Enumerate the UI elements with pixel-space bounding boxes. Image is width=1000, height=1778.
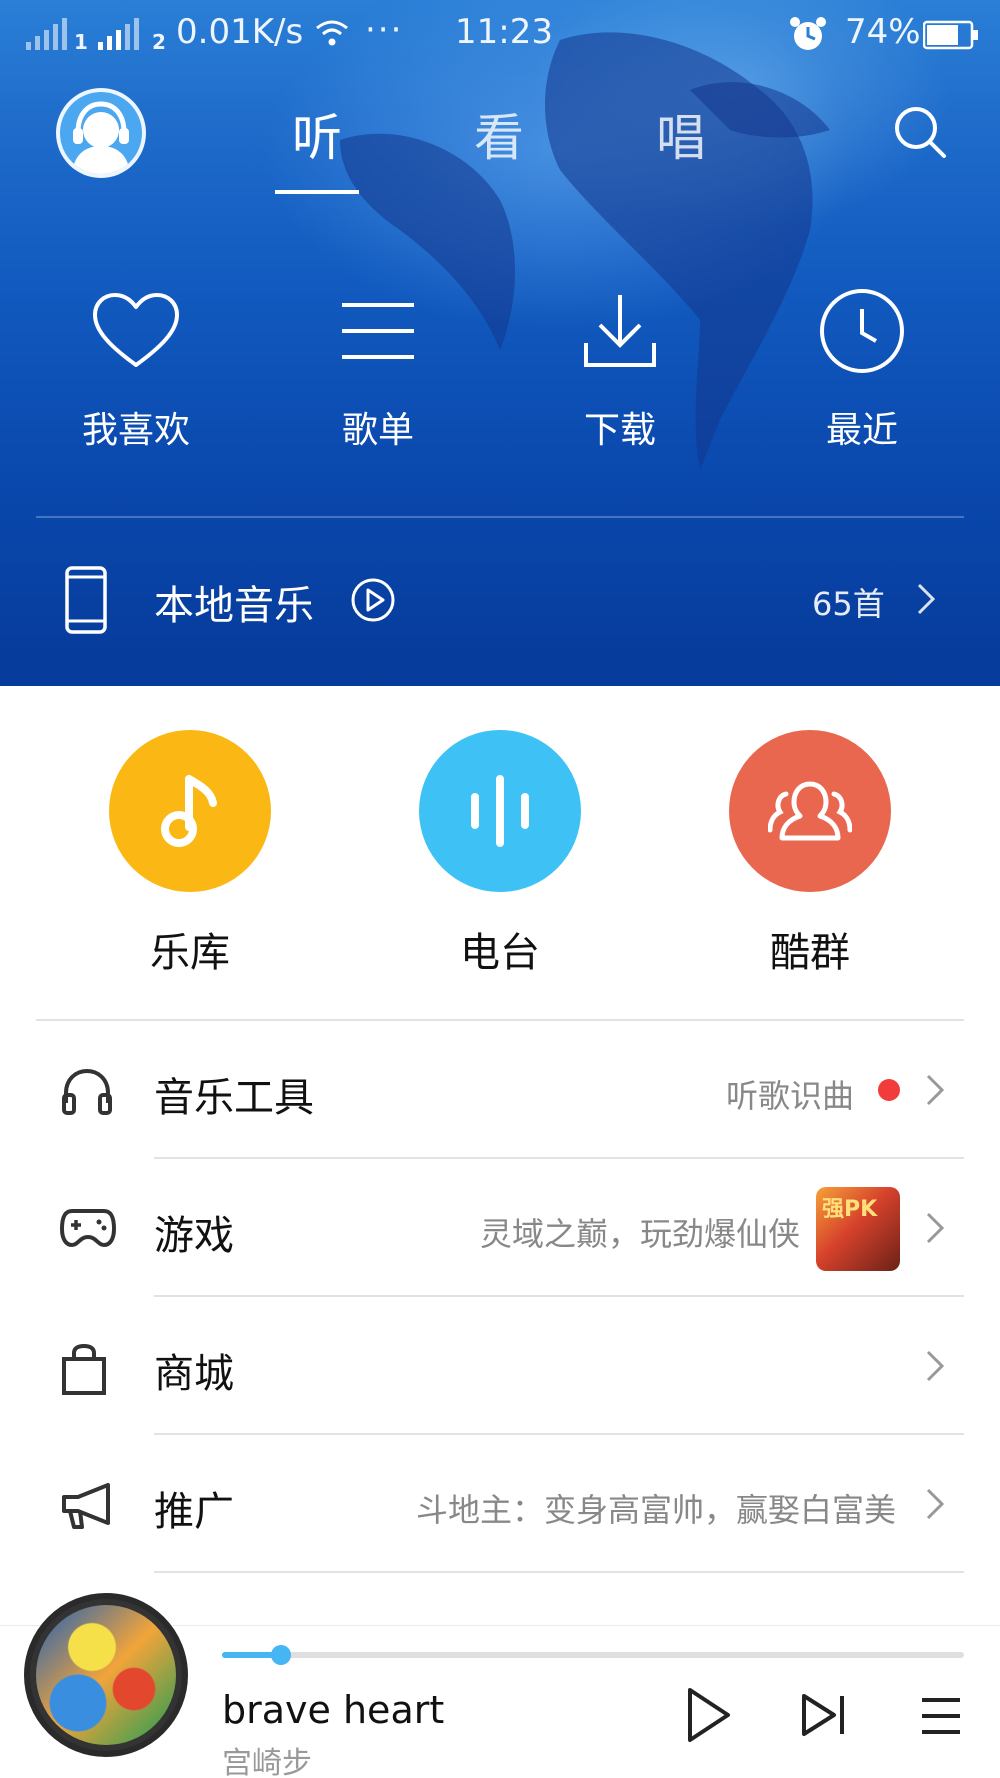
group-circle xyxy=(729,730,891,892)
divider xyxy=(36,516,964,518)
status-bar: 1 2 0.01K/s ··· 11:23 74% xyxy=(0,0,1000,70)
game-thumbnail[interactable]: 强PK xyxy=(816,1187,900,1271)
tab-listen[interactable]: 听 xyxy=(272,98,362,170)
category-row: 乐库 电台 酷群 xyxy=(0,730,1000,980)
gamepad-icon xyxy=(60,1209,116,1247)
local-music-row[interactable]: 本地音乐 65首 xyxy=(0,555,1000,645)
album-cover[interactable] xyxy=(24,1593,188,1757)
divider xyxy=(154,1571,964,1573)
category-radio[interactable]: 电台 xyxy=(410,730,590,978)
progress-knob[interactable] xyxy=(271,1645,291,1665)
artist-name: 宫崎步 xyxy=(222,1746,312,1778)
list-item-title: 游戏 xyxy=(154,1213,234,1259)
chevron-right-icon xyxy=(926,1350,945,1382)
list-item-title: 推广 xyxy=(154,1489,234,1535)
shortcut-playlists[interactable]: 歌单 xyxy=(288,285,468,453)
shortcut-label: 我喜欢 xyxy=(81,410,190,451)
heart-icon xyxy=(93,293,179,367)
list-icon xyxy=(342,303,414,359)
list-item-music-tools[interactable]: 音乐工具 听歌识曲 xyxy=(0,1021,1000,1159)
user-avatar[interactable] xyxy=(56,88,146,178)
clock-time: 11:23 xyxy=(455,12,553,52)
category-label: 电台 xyxy=(460,930,540,976)
alarm-icon xyxy=(790,17,826,50)
song-title: brave heart xyxy=(222,1688,445,1732)
shortcut-label: 最近 xyxy=(825,410,898,451)
download-icon xyxy=(584,295,656,367)
shortcut-grid: 我喜欢 歌单 下载 最近 xyxy=(0,285,1000,465)
album-art-image xyxy=(36,1605,176,1745)
sim2-label: 2 xyxy=(152,30,166,54)
chevron-right-icon xyxy=(926,1488,945,1520)
library-circle xyxy=(109,730,271,892)
network-speed: 0.01K/s xyxy=(176,12,304,52)
category-group[interactable]: 酷群 xyxy=(720,730,900,978)
top-navigation: 听 看 唱 xyxy=(0,80,1000,200)
battery-icon xyxy=(923,20,978,50)
more-dots: ··· xyxy=(365,10,404,50)
play-circle-icon[interactable] xyxy=(350,577,396,623)
category-label: 酷群 xyxy=(770,930,850,976)
sim1-label: 1 xyxy=(74,30,88,54)
clock-icon xyxy=(820,289,904,373)
list-item-store[interactable]: 商城 xyxy=(0,1297,1000,1435)
list-item-games[interactable]: 游戏 灵域之巅，玩劲爆仙侠 强PK xyxy=(0,1159,1000,1297)
radio-circle xyxy=(419,730,581,892)
shopping-bag-icon xyxy=(62,1343,106,1395)
chevron-right-icon xyxy=(926,1074,945,1106)
tab-watch[interactable]: 看 xyxy=(454,98,544,170)
shortcut-label: 下载 xyxy=(583,410,656,451)
wifi-icon xyxy=(316,20,348,46)
game-thumbnail-badge: 强PK xyxy=(822,1197,878,1222)
headphones-icon xyxy=(62,1068,112,1115)
playlist-queue-icon[interactable] xyxy=(918,1696,964,1736)
headphones-user-icon xyxy=(72,101,130,174)
local-music-count: 65首 xyxy=(812,585,885,623)
chevron-right-icon xyxy=(926,1212,945,1244)
shortcut-favorites[interactable]: 我喜欢 xyxy=(46,285,226,453)
signal-sim2-icon xyxy=(98,18,139,50)
notification-dot xyxy=(878,1079,900,1101)
list-item-title: 音乐工具 xyxy=(154,1075,314,1121)
progress-bar[interactable] xyxy=(222,1645,964,1665)
phone-icon xyxy=(65,566,107,634)
play-icon[interactable] xyxy=(684,1686,734,1744)
list-item-promotion[interactable]: 推广 斗地主：变身高富帅，赢娶白富美 xyxy=(0,1435,1000,1573)
battery-percent: 74% xyxy=(845,12,921,52)
shortcut-downloads[interactable]: 下载 xyxy=(530,285,710,453)
group-icon xyxy=(768,781,852,841)
megaphone-icon xyxy=(62,1483,110,1529)
list-item-title: 商城 xyxy=(154,1351,234,1397)
local-music-title: 本地音乐 xyxy=(154,583,314,629)
list-item-subtitle: 灵域之巅，玩劲爆仙侠 xyxy=(479,1215,800,1253)
category-library[interactable]: 乐库 xyxy=(100,730,280,978)
tab-sing[interactable]: 唱 xyxy=(636,98,726,170)
shortcut-recent[interactable]: 最近 xyxy=(772,285,952,453)
category-label: 乐库 xyxy=(150,930,230,976)
radio-bars-icon xyxy=(471,775,529,847)
list-item-subtitle: 听歌识曲 xyxy=(725,1077,854,1115)
shortcut-label: 歌单 xyxy=(341,410,414,451)
chevron-right-icon xyxy=(917,583,936,615)
list-item-subtitle: 斗地主：变身高富帅，赢娶白富美 xyxy=(415,1491,896,1529)
active-tab-indicator xyxy=(275,190,359,194)
search-icon[interactable] xyxy=(890,102,950,162)
music-note-icon xyxy=(161,775,217,847)
next-track-icon[interactable] xyxy=(800,1692,850,1738)
mini-player[interactable]: brave heart 宫崎步 xyxy=(0,1593,1000,1778)
header-banner: 1 2 0.01K/s ··· 11:23 74% 听 看 唱 我喜欢 歌单 下… xyxy=(0,0,1000,686)
